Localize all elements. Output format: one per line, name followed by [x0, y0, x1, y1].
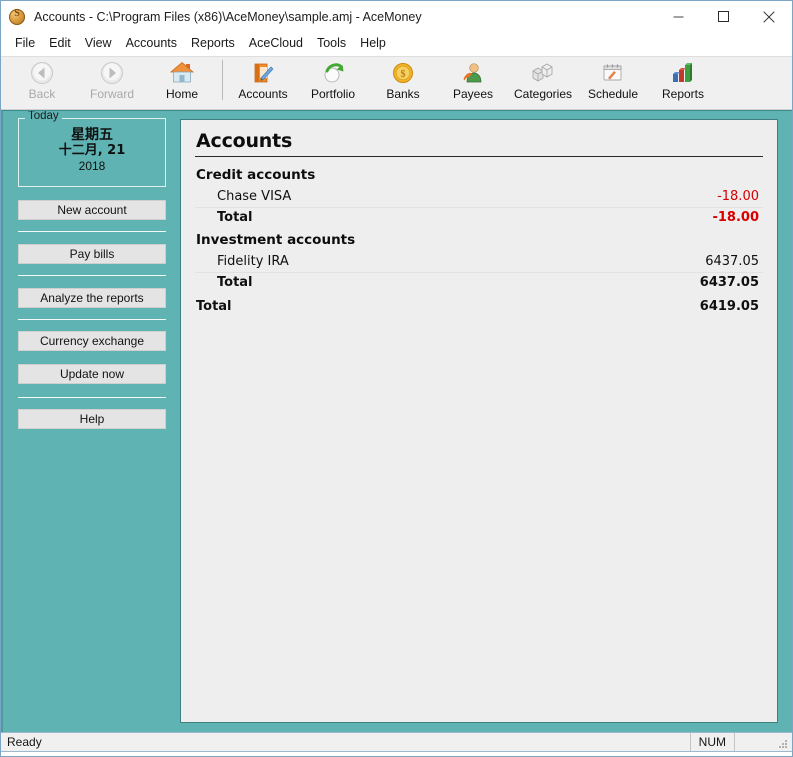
- toolbar-label-accounts: Accounts: [238, 88, 287, 100]
- minimize-icon[interactable]: [656, 1, 701, 32]
- page-title: Accounts: [196, 130, 763, 152]
- sidebar-button-help[interactable]: Help: [18, 409, 166, 429]
- maximize-icon[interactable]: [701, 1, 746, 32]
- toolbar-button-home[interactable]: Home: [147, 57, 217, 105]
- toolbar-label-forward: Forward: [90, 88, 134, 100]
- accounts-book-icon: [248, 60, 278, 86]
- forward-arrow-icon: [97, 60, 127, 86]
- menu-item-edit[interactable]: Edit: [42, 35, 78, 53]
- toolbar-label-payees: Payees: [453, 88, 493, 100]
- toolbar-button-categories[interactable]: Categories: [508, 57, 578, 105]
- sidebar-divider-1: [18, 231, 166, 232]
- client-area: Today 星期五 十二月, 21 2018 New account Pay b…: [1, 110, 792, 732]
- group-header-credit-accounts: Credit accounts: [195, 163, 763, 187]
- close-icon[interactable]: [746, 1, 791, 32]
- application-window: Accounts - C:\Program Files (x86)\AceMon…: [0, 0, 793, 757]
- group-total-label: Total: [217, 210, 253, 225]
- resize-grip-icon[interactable]: [777, 737, 789, 749]
- menu-item-help[interactable]: Help: [353, 35, 393, 53]
- sidebar-button-new-account[interactable]: New account: [18, 200, 166, 220]
- account-name: Chase VISA: [217, 189, 291, 204]
- today-panel: Today 星期五 十二月, 21 2018: [18, 118, 166, 187]
- grand-total-amount: 6419.05: [700, 299, 759, 314]
- payees-person-icon: [458, 60, 488, 86]
- toolbar-button-accounts[interactable]: Accounts: [228, 57, 298, 105]
- toolbar-label-portfolio: Portfolio: [311, 88, 355, 100]
- sidebar-button-pay-bills[interactable]: Pay bills: [18, 244, 166, 264]
- accounts-panel: Accounts Credit accounts Chase VISA -18.…: [180, 119, 778, 723]
- toolbar-button-forward[interactable]: Forward: [77, 57, 147, 105]
- group-header-investment-accounts: Investment accounts: [195, 228, 763, 252]
- toolbar-label-home: Home: [166, 88, 198, 100]
- grand-total-row: Total 6419.05: [195, 297, 763, 317]
- status-badge-num: NUM: [690, 733, 735, 751]
- schedule-calendar-icon: [598, 60, 628, 86]
- portfolio-icon: [318, 60, 348, 86]
- title-bar: Accounts - C:\Program Files (x86)\AceMon…: [1, 1, 792, 33]
- home-icon: [167, 60, 197, 86]
- grand-total-label: Total: [196, 299, 232, 314]
- window-bottom-padding: [1, 752, 792, 756]
- group-total-amount: 6437.05: [700, 275, 759, 290]
- status-message: Ready: [7, 735, 42, 749]
- toolbar-label-banks: Banks: [386, 88, 419, 100]
- account-amount: 6437.05: [705, 254, 759, 269]
- sidebar-divider-3: [18, 319, 166, 320]
- toolbar-button-schedule[interactable]: Schedule: [578, 57, 648, 105]
- toolbar-label-back: Back: [29, 88, 56, 100]
- svg-text:$: $: [401, 69, 406, 80]
- group-total-row-investment: Total 6437.05: [195, 273, 763, 293]
- toolbar-label-schedule: Schedule: [588, 88, 638, 100]
- today-weekday: 星期五: [19, 127, 165, 143]
- menu-item-reports[interactable]: Reports: [184, 35, 242, 53]
- account-name: Fidelity IRA: [217, 254, 289, 269]
- sidebar-button-currency-exchange[interactable]: Currency exchange: [18, 331, 166, 351]
- sidebar-button-analyze-the-reports[interactable]: Analyze the reports: [18, 288, 166, 308]
- menu-item-file[interactable]: File: [8, 35, 42, 53]
- toolbar-button-reports[interactable]: Reports: [648, 57, 718, 105]
- toolbar-button-portfolio[interactable]: Portfolio: [298, 57, 368, 105]
- account-amount: -18.00: [717, 189, 759, 204]
- toolbar-button-back[interactable]: Back: [7, 57, 77, 105]
- menu-bar: File Edit View Accounts Reports AceCloud…: [1, 33, 792, 56]
- menu-item-view[interactable]: View: [78, 35, 119, 53]
- group-total-label: Total: [217, 275, 253, 290]
- title-divider: [195, 156, 763, 157]
- menu-item-accounts[interactable]: Accounts: [119, 35, 184, 53]
- toolbar-separator: [222, 60, 223, 100]
- sidebar: Today 星期五 十二月, 21 2018 New account Pay b…: [3, 111, 166, 732]
- table-row[interactable]: Chase VISA -18.00: [195, 187, 763, 208]
- group-total-row-credit: Total -18.00: [195, 208, 763, 228]
- today-year: 2018: [19, 159, 165, 175]
- toolbar-button-payees[interactable]: Payees: [438, 57, 508, 105]
- group-total-amount: -18.00: [712, 210, 759, 225]
- coin-icon: [9, 9, 25, 25]
- toolbar: Back Forward Ho: [1, 56, 792, 110]
- back-arrow-icon: [27, 60, 57, 86]
- table-row[interactable]: Fidelity IRA 6437.05: [195, 252, 763, 273]
- menu-item-tools[interactable]: Tools: [310, 35, 353, 53]
- banks-coin-icon: $: [388, 60, 418, 86]
- categories-boxes-icon: [528, 60, 558, 86]
- sidebar-divider-2: [18, 275, 166, 276]
- toolbar-button-banks[interactable]: $ Banks: [368, 57, 438, 105]
- accounts-content: Accounts Credit accounts Chase VISA -18.…: [181, 120, 777, 317]
- today-date: 十二月, 21: [19, 143, 165, 159]
- window-title: Accounts - C:\Program Files (x86)\AceMon…: [34, 10, 422, 24]
- sidebar-divider-4: [18, 397, 166, 398]
- reports-chart-icon: [668, 60, 698, 86]
- menu-item-acecloud[interactable]: AceCloud: [242, 35, 310, 53]
- toolbar-label-reports: Reports: [662, 88, 704, 100]
- toolbar-label-categories: Categories: [514, 88, 572, 100]
- today-legend: Today: [25, 111, 62, 123]
- status-bar: Ready NUM: [1, 732, 792, 752]
- sidebar-button-update-now[interactable]: Update now: [18, 364, 166, 384]
- today-date-block: 星期五 十二月, 21 2018: [19, 127, 165, 174]
